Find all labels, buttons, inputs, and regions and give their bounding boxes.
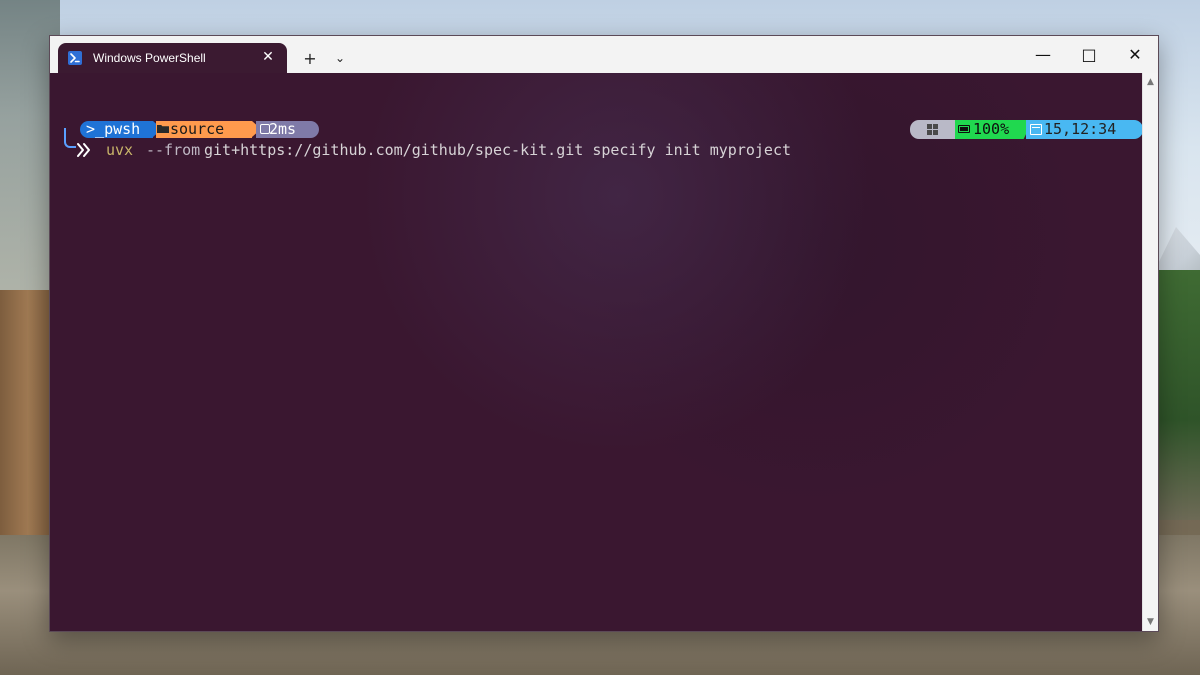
clock-icon xyxy=(260,124,270,134)
calendar-icon xyxy=(1030,124,1042,135)
scroll-up-icon[interactable]: ▲ xyxy=(1143,75,1158,89)
shell-name: pwsh xyxy=(104,120,141,138)
folder-segment: source xyxy=(156,120,261,138)
command-args: git+https://github.com/github/spec-kit.g… xyxy=(204,141,791,159)
folder-icon xyxy=(157,125,169,133)
close-window-button[interactable]: ✕ xyxy=(1112,36,1158,73)
new-tab-button[interactable]: + xyxy=(297,45,323,71)
command-flag: --from xyxy=(146,141,201,159)
vertical-scrollbar[interactable]: ▲ ▼ xyxy=(1142,73,1158,631)
tab-title: Windows PowerShell xyxy=(93,51,206,65)
command-executable: uvx xyxy=(106,141,134,159)
minimize-button[interactable]: — xyxy=(1020,36,1066,73)
terminal-pane[interactable]: >_pwsh source 2ms 100% 15,12:34 uvx --fr… xyxy=(50,73,1143,631)
folder-name: source xyxy=(170,120,225,138)
maximize-button[interactable]: □ xyxy=(1066,36,1112,73)
powershell-icon xyxy=(68,51,82,65)
prompt-bracket-icon xyxy=(64,128,76,148)
active-tab[interactable]: Windows PowerShell ✕ xyxy=(58,43,287,73)
battery-icon xyxy=(958,125,970,133)
pwsh-segment: >_pwsh xyxy=(80,120,162,138)
chevron-right-icon xyxy=(77,143,90,157)
terminal-window: Windows PowerShell ✕ + ⌄ — □ ✕ >_pwsh so… xyxy=(49,35,1159,632)
close-tab-icon[interactable]: ✕ xyxy=(259,48,277,66)
tab-dropdown-button[interactable]: ⌄ xyxy=(327,45,353,71)
os-segment xyxy=(910,120,957,139)
battery-value: 100% xyxy=(973,120,1010,138)
title-bar: Windows PowerShell ✕ + ⌄ — □ ✕ xyxy=(50,36,1158,74)
battery-fill xyxy=(960,127,968,131)
windows-icon xyxy=(927,124,938,135)
battery-segment: 100% xyxy=(955,120,1033,139)
duration-value: 2ms xyxy=(269,120,297,138)
duration-segment: 2ms xyxy=(256,121,319,138)
scroll-down-icon[interactable]: ▼ xyxy=(1143,615,1158,629)
datetime-segment: 15,12:34 xyxy=(1026,120,1143,139)
window-controls: — □ ✕ xyxy=(1020,36,1158,73)
shell-prefix: >_ xyxy=(86,120,105,138)
datetime-value: 15,12:34 xyxy=(1044,120,1117,138)
